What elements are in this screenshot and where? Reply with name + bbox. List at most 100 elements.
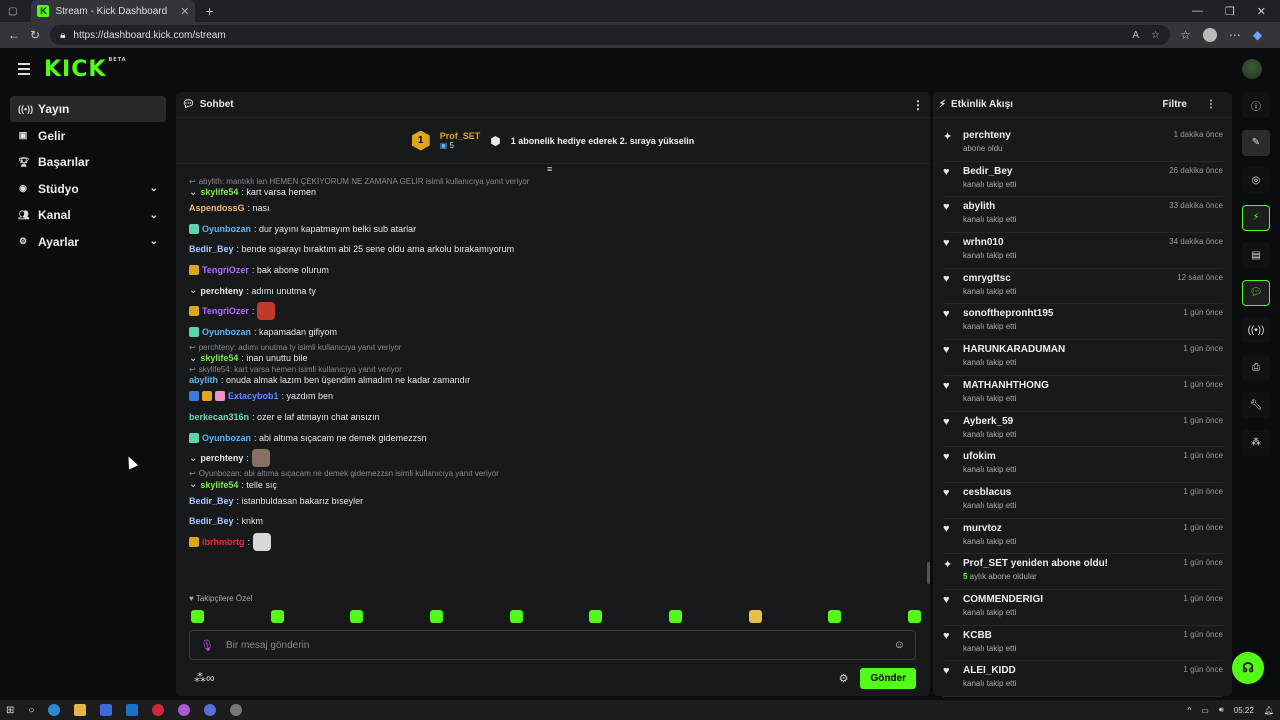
notes-icon[interactable]: ▤: [1242, 242, 1270, 268]
info-icon[interactable]: ⓘ: [1242, 92, 1270, 118]
activity-event[interactable]: ♥ KCBB kanalı takip etti 1 gün önce: [943, 626, 1223, 662]
event-user[interactable]: Bedir_Bey: [963, 166, 1169, 177]
chat-username[interactable]: skylife54: [200, 187, 238, 197]
copilot-icon[interactable]: ◆: [1253, 28, 1262, 42]
minimize-icon[interactable]: —: [1192, 5, 1203, 18]
back-icon[interactable]: ←: [8, 28, 20, 42]
tab-actions-icon[interactable]: ▢: [8, 6, 17, 17]
sidebar-item-yayin[interactable]: ((•)) Yayın: [10, 96, 166, 122]
edge-icon[interactable]: [48, 704, 61, 716]
sidebar-item-studyo[interactable]: ◉ Stüdyo ⌄: [10, 176, 166, 202]
event-user[interactable]: murvtoz: [963, 523, 1183, 534]
activity-event[interactable]: ♥ ALEI_KIDD kanalı takip etti 1 gün önce: [943, 661, 1223, 697]
chat-username[interactable]: TengriOzer: [202, 265, 249, 275]
infinity-icon[interactable]: ⁂∞: [194, 671, 215, 685]
chat-username[interactable]: Oyunbozan: [202, 327, 251, 337]
chat-message[interactable]: ibrhmbrtg:: [189, 532, 919, 553]
emote-button[interactable]: [668, 610, 682, 623]
tray-chevron-icon[interactable]: ^: [1187, 706, 1191, 715]
collections-icon[interactable]: ☆: [1180, 28, 1191, 42]
chat-scrollbar[interactable]: [927, 562, 930, 584]
emoji-icon[interactable]: ☺: [894, 639, 905, 651]
filter-button[interactable]: Filtre: [1163, 99, 1187, 110]
chat-message[interactable]: Oyunbozan: kapamadan gifiyom: [189, 322, 919, 343]
activity-options-icon[interactable]: ⋮: [1206, 99, 1216, 110]
sidebar-item-basarilar[interactable]: 🏆︎ Başarılar: [10, 149, 166, 175]
more-menu-icon[interactable]: ⋯: [1229, 28, 1241, 42]
search-icon[interactable]: ○: [28, 705, 34, 716]
event-user[interactable]: COMMENDERIGI: [963, 594, 1183, 605]
emote-button[interactable]: [589, 610, 603, 623]
chevron-down-icon[interactable]: ⌄: [150, 236, 158, 247]
activity-event[interactable]: ♥ cesblacus kanalı takip etti 1 gün önce: [943, 483, 1223, 519]
chevron-down-icon[interactable]: ⌄: [150, 210, 158, 221]
activity-event[interactable]: ♥ wrhn010 kanalı takip etti 34 dakika önce: [943, 233, 1223, 269]
chat-message[interactable]: TengriOzer: bak abone olurum: [189, 260, 919, 281]
chat-message[interactable]: abylith: onuda almak lazım ben üşendim a…: [189, 374, 919, 386]
store-icon[interactable]: [100, 704, 113, 716]
event-user[interactable]: ufokim: [963, 451, 1183, 462]
sub-goal-banner[interactable]: 1 Prof_SET ▣ 5 ⬢ 1 abonelik hediye edere…: [176, 118, 930, 164]
sidebar-item-gelir[interactable]: ▣ Gelir: [10, 123, 166, 149]
chat-username[interactable]: skylife54: [200, 480, 238, 490]
microphone-icon[interactable]: 🎙︎: [200, 639, 214, 652]
favorite-star-icon[interactable]: ☆: [1151, 30, 1160, 41]
chat-username[interactable]: Bedir_Bey: [189, 244, 234, 254]
reload-icon[interactable]: ↻: [30, 28, 40, 42]
apps-icon[interactable]: ⁂: [1242, 429, 1270, 456]
menu-icon[interactable]: [18, 63, 30, 75]
url-field[interactable]: 🔒︎ https://dashboard.kick.com/stream A ☆: [50, 25, 1171, 45]
volume-icon[interactable]: 🔊︎: [1219, 705, 1224, 715]
chat-username[interactable]: Bedir_Bey: [189, 516, 234, 526]
camera-icon[interactable]: ◎: [1242, 167, 1270, 193]
emote-button[interactable]: [748, 610, 762, 623]
activity-event[interactable]: ♥ COMMENDERIGI kanalı takip etti 1 gün önce: [943, 590, 1223, 626]
activity-event[interactable]: ✦ Prof_SET yeniden abone oldu! 5 aylık abo…: [943, 554, 1223, 590]
chat-message[interactable]: Bedir_Bey: istanbuldasan bakarız bıseyle…: [189, 491, 919, 512]
tab-close-icon[interactable]: ✕: [180, 5, 189, 18]
copilot-app-icon[interactable]: [178, 704, 191, 716]
outlook-icon[interactable]: [126, 704, 139, 716]
send-button[interactable]: Gönder: [860, 667, 916, 689]
event-user[interactable]: cesblacus: [963, 487, 1183, 498]
chat-message[interactable]: Extacybob1: yazdım ben: [189, 386, 919, 407]
chat-username[interactable]: Oyunbozan: [202, 433, 251, 443]
emote-button[interactable]: [270, 610, 284, 623]
event-user[interactable]: abylith: [963, 201, 1169, 212]
activity-event[interactable]: ♥ murvtoz kanalı takip etti 1 gün önce: [943, 519, 1223, 555]
broadcast-icon[interactable]: ((•)): [1242, 317, 1270, 343]
chat-message[interactable]: TengriOzer:: [189, 301, 919, 322]
chat-username[interactable]: ibrhmbrtg: [202, 537, 245, 547]
chat-username[interactable]: perchteny: [200, 286, 243, 296]
chat-message[interactable]: Oyunbozan: abi altıma sıçacam ne demek g…: [189, 427, 919, 448]
settings-app-icon[interactable]: [230, 704, 243, 716]
chat-username[interactable]: AspendossG: [189, 203, 245, 213]
edit-icon[interactable]: ✎: [1242, 129, 1270, 156]
user-avatar[interactable]: [1242, 59, 1262, 79]
event-user[interactable]: Prof_SET yeniden abone oldu!: [963, 558, 1183, 569]
emote-button[interactable]: [828, 610, 842, 623]
activity-event[interactable]: ✦ perchteny abone oldu 1 dakika önce: [943, 126, 1223, 162]
notifications-icon[interactable]: 🔔︎: [1264, 706, 1274, 715]
event-user[interactable]: sonoftheprопht195: [963, 308, 1183, 319]
emote-button[interactable]: [509, 610, 523, 623]
new-tab-button[interactable]: +: [205, 3, 213, 19]
kick-logo[interactable]: KICK BETA: [44, 57, 127, 82]
chat-username[interactable]: skylife54: [200, 353, 238, 363]
app-icon[interactable]: [204, 704, 217, 716]
activity-toggle-icon[interactable]: ⚡︎: [1242, 204, 1270, 231]
event-user[interactable]: cmrygttsc: [963, 273, 1177, 284]
chat-toggle-icon[interactable]: 💬︎: [1242, 279, 1270, 306]
activity-event[interactable]: ♥ Ayberk_59 kanalı takip etti 1 gün önce: [943, 412, 1223, 448]
event-user[interactable]: Ayberk_59: [963, 416, 1183, 427]
wrench-icon[interactable]: 🔧︎: [1242, 392, 1270, 418]
activity-event[interactable]: ♥ sonoftheprопht195 kanalı takip etti 1 gün…: [943, 304, 1223, 341]
chat-username[interactable]: TengriOzer: [202, 306, 249, 316]
chat-message[interactable]: Bedir_Bey: knkm: [189, 511, 919, 532]
event-user[interactable]: ALEI_KIDD: [963, 665, 1183, 676]
chat-input[interactable]: 🎙︎ Bir mesaj gönderin ☺: [189, 630, 916, 660]
profile-avatar[interactable]: [1202, 28, 1217, 42]
chat-message[interactable]: Oyunbozan: dur yayını kapatmayım belki s…: [189, 219, 919, 240]
browser-tab-active[interactable]: K Stream - Kick Dashboard ✕: [31, 0, 196, 22]
chat-username[interactable]: perchteny: [200, 453, 243, 463]
